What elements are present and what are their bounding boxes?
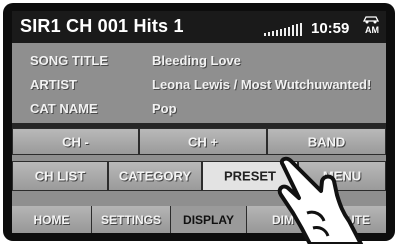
song-title-value: Bleeding Love: [152, 53, 241, 68]
channel-list-button[interactable]: CH LIST: [12, 161, 108, 191]
category-button[interactable]: CATEGORY: [108, 161, 202, 191]
category-name-row: CAT NAME Pop: [12, 99, 386, 119]
tab-display[interactable]: DISPLAY: [171, 206, 247, 233]
tab-settings-label: SETTINGS: [100, 212, 161, 227]
car-icon: [362, 16, 380, 24]
channel-up-button[interactable]: CH +: [139, 128, 267, 155]
clock: 10:59: [311, 20, 350, 37]
category-name-label: CAT NAME: [30, 101, 98, 116]
status-bar: SIR1 CH 001 Hits 1 10:59 AM: [12, 11, 386, 43]
tab-settings[interactable]: SETTINGS: [92, 206, 171, 233]
tab-display-label: DISPLAY: [183, 212, 234, 227]
hand-pointer-icon: [277, 156, 363, 244]
tab-home-label: HOME: [33, 212, 70, 227]
band-label: BAND: [307, 134, 346, 149]
artist-label: ARTIST: [30, 77, 77, 92]
channel-down-label: CH -: [62, 134, 89, 149]
signal-strength-icon: [264, 22, 304, 36]
song-title-label: SONG TITLE: [30, 53, 108, 68]
clock-ampm: AM: [365, 25, 379, 35]
artist-row: ARTIST Leona Lewis / Most Wutchuwanted!: [12, 75, 386, 95]
channel-up-label: CH +: [188, 134, 218, 149]
category-label: CATEGORY: [118, 168, 192, 184]
channel-list-label: CH LIST: [34, 168, 86, 184]
channel-down-button[interactable]: CH -: [12, 128, 139, 155]
band-button[interactable]: BAND: [267, 128, 386, 155]
song-title-row: SONG TITLE Bleeding Love: [12, 51, 386, 71]
artist-value: Leona Lewis / Most Wutchuwanted!: [152, 77, 372, 92]
tab-home[interactable]: HOME: [12, 206, 92, 233]
channel-info: SIR1 CH 001 Hits 1: [20, 16, 184, 36]
category-name-value: Pop: [152, 101, 177, 116]
